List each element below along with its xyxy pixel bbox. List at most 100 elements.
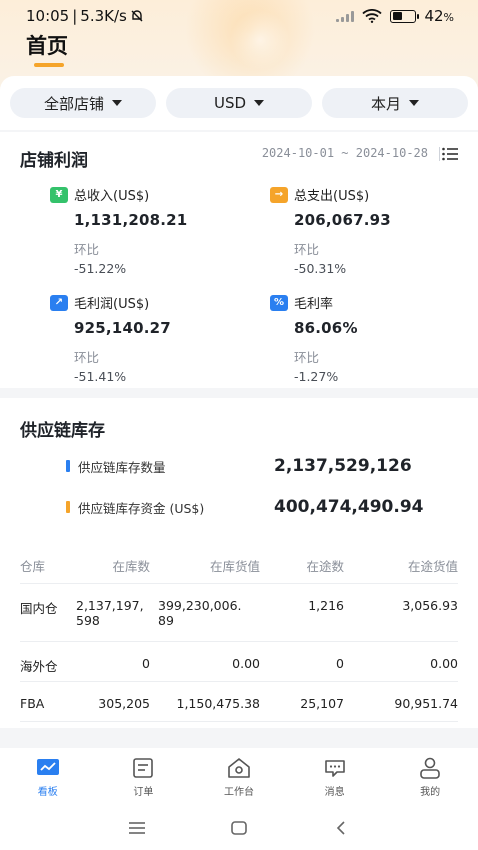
inventory-funds-row: 供应链库存资金 (US$) 400,474,490.94 <box>66 497 424 517</box>
caret-down-icon <box>112 100 122 106</box>
tab-orders[interactable]: 订单 <box>96 748 192 806</box>
cellular-signal-icon <box>336 10 355 22</box>
table-cell: 25,107 <box>300 696 344 711</box>
metric-compare-value: -50.31% <box>294 261 347 276</box>
table-row[interactable]: FBA 305,205 1,150,475.38 25,107 90,951.7… <box>20 682 458 722</box>
tab-messages[interactable]: 消息 <box>287 748 383 806</box>
table-header-row: 仓库 在库数 在库货值 在途数 在途货值 <box>20 548 458 584</box>
table-cell: 90,951.74 <box>394 696 458 711</box>
date-range[interactable]: 2024-10-01 ~ 2024-10-28 <box>262 146 428 160</box>
back-icon[interactable] <box>330 819 352 837</box>
arrow-right-icon: → <box>270 186 288 203</box>
menu-icon[interactable] <box>126 819 148 837</box>
page-title: 首页 <box>26 34 68 58</box>
divider <box>439 147 440 161</box>
table-cell: 0 <box>336 656 344 671</box>
battery-percent: 42% <box>424 7 454 25</box>
wifi-icon <box>362 9 383 23</box>
metric-value: 86.06% <box>294 319 358 337</box>
table-cell: 1,216 <box>308 598 344 613</box>
table-cell: 国内仓 <box>20 601 58 616</box>
table-cell: FBA <box>20 696 45 711</box>
metric-value: 1,131,208.21 <box>74 211 188 229</box>
table-row[interactable]: 海外仓 0 0.00 0 0.00 <box>20 642 458 682</box>
metric-compare-value: -51.22% <box>74 261 127 276</box>
supply-chain-title: 供应链库存 <box>20 421 105 441</box>
home-icon[interactable] <box>228 819 250 837</box>
table-row[interactable]: 国内仓 2,137,197, 598 399,230,006. 89 1,216… <box>20 584 458 642</box>
column-header: 在途数 <box>306 559 344 574</box>
status-separator: | <box>72 7 78 25</box>
store-filter-dropdown[interactable]: 全部店铺 <box>10 88 156 118</box>
metric-compare-label: 环比 <box>74 242 100 257</box>
period-filter-label: 本月 <box>370 94 401 113</box>
percent-icon: % <box>270 294 288 311</box>
system-navigation-bar <box>0 806 478 850</box>
currency-filter-dropdown[interactable]: USD <box>166 88 312 118</box>
tab-label: 订单 <box>133 787 154 798</box>
order-icon <box>133 758 154 778</box>
metric-label: 总支出(US$) <box>294 189 370 204</box>
warehouse-table: 仓库 在库数 在库货值 在途数 在途货值 国内仓 2,137,197, 598 … <box>20 548 458 722</box>
filter-bar: 全部店铺 USD 本月 <box>0 76 478 130</box>
dashboard-icon <box>36 759 59 775</box>
table-cell: 399,230,006. 89 <box>158 598 242 628</box>
supply-chain-inventory-card: 供应链库存 供应链库存数量 2,137,529,126 供应链库存资金 (US$… <box>0 398 478 728</box>
mute-bell-icon <box>131 10 143 22</box>
inventory-quantity-row: 供应链库存数量 2,137,529,126 <box>66 456 412 476</box>
metric-compare-label: 环比 <box>294 350 320 365</box>
profile-icon <box>420 757 440 779</box>
metric-compare-label: 环比 <box>74 350 100 365</box>
metric-label: 总收入(US$) <box>74 189 150 204</box>
table-cell: 305,205 <box>98 696 150 711</box>
tab-label: 消息 <box>324 787 345 798</box>
metric-total-expense[interactable]: → 总支出(US$) 206,067.93 环比 -50.31% <box>270 185 470 276</box>
tab-workbench[interactable]: 工作台 <box>191 748 287 806</box>
tab-label: 看板 <box>37 787 58 798</box>
workbench-icon <box>228 758 250 778</box>
bottom-tab-bar: 看板 订单 工作台 消息 我的 <box>0 748 478 806</box>
status-time: 10:05 <box>26 7 70 25</box>
tab-profile[interactable]: 我的 <box>382 748 478 806</box>
tab-label: 我的 <box>420 787 441 798</box>
table-cell: 2,137,197, 598 <box>76 598 144 628</box>
metric-total-income[interactable]: ¥ 总收入(US$) 1,131,208.21 环比 -51.22% <box>50 185 250 276</box>
metric-value: 206,067.93 <box>294 211 391 229</box>
caret-down-icon <box>254 100 265 106</box>
tab-dashboard[interactable]: 看板 <box>0 748 96 806</box>
table-cell: 0.00 <box>430 656 458 671</box>
status-bar: 10:05 | 5.3K/s 42% <box>0 0 478 32</box>
message-icon <box>324 760 345 777</box>
table-cell: 3,056.93 <box>402 598 458 613</box>
table-cell: 1,150,475.38 <box>176 696 261 711</box>
metric-value: 925,140.27 <box>74 319 171 337</box>
caret-down-icon <box>409 100 419 106</box>
currency-filter-label: USD <box>213 94 247 112</box>
metric-compare-value: -1.27% <box>294 369 339 384</box>
table-cell: 0.00 <box>232 656 260 671</box>
inventory-funds-label: 供应链库存资金 (US$) <box>78 500 205 516</box>
yen-icon: ¥ <box>50 186 68 203</box>
column-header: 在途货值 <box>407 559 458 574</box>
column-header: 在库数 <box>112 559 150 574</box>
page-title-indicator <box>34 63 64 67</box>
metric-compare-label: 环比 <box>294 242 320 257</box>
column-header: 仓库 <box>20 559 46 574</box>
store-filter-label: 全部店铺 <box>43 94 104 113</box>
blue-marker <box>66 460 70 472</box>
store-profit-title: 店铺利润 <box>20 151 88 171</box>
status-network-speed: 5.3K/s <box>80 7 127 25</box>
inventory-funds-value: 400,474,490.94 <box>274 497 424 517</box>
list-icon[interactable] <box>442 147 458 161</box>
metric-gross-margin[interactable]: % 毛利率 86.06% 环比 -1.27% <box>270 293 470 384</box>
orange-marker <box>66 501 70 513</box>
trend-icon: ↗ <box>50 294 68 311</box>
metric-label: 毛利润(US$) <box>74 297 150 312</box>
table-cell: 0 <box>142 656 150 671</box>
metric-compare-value: -51.41% <box>74 369 127 384</box>
inventory-quantity-label: 供应链库存数量 <box>78 459 166 475</box>
table-cell: 海外仓 <box>20 659 58 674</box>
metric-gross-profit[interactable]: ↗ 毛利润(US$) 925,140.27 环比 -51.41% <box>50 293 250 384</box>
period-filter-dropdown[interactable]: 本月 <box>322 88 468 118</box>
battery-icon <box>390 9 420 23</box>
